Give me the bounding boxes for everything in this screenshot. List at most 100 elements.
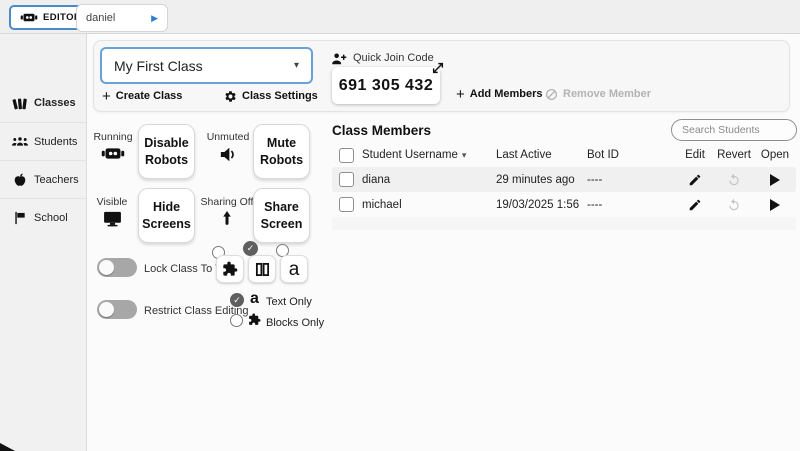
text-only-radio[interactable]: ✓ xyxy=(230,293,244,307)
quick-join-code-label: Quick Join Code xyxy=(353,52,434,64)
class-settings-label: Class Settings xyxy=(242,90,318,102)
block-icon xyxy=(545,88,558,101)
revert-button[interactable] xyxy=(727,198,741,212)
corner-cutoff-shape xyxy=(0,443,15,451)
run-icon[interactable]: ▶ xyxy=(151,13,158,24)
monitor-icon xyxy=(103,211,122,227)
remove-member-label: Remove Member xyxy=(563,88,651,100)
apple-icon xyxy=(11,172,29,187)
column-edit: Edit xyxy=(676,149,714,161)
revert-button[interactable] xyxy=(727,173,741,187)
chevron-down-icon: ▾ xyxy=(294,60,299,71)
column-revert: Revert xyxy=(714,149,754,161)
sidebar-label-school: School xyxy=(34,212,68,224)
audio-status-label: Unmuted xyxy=(207,131,250,143)
robots-status: Running xyxy=(90,131,136,161)
sidebar-item-classes[interactable]: Classes xyxy=(0,84,86,122)
sidebar-item-students[interactable]: Students xyxy=(0,122,86,160)
text-a-icon: a xyxy=(250,291,259,307)
sidebar-label-students: Students xyxy=(34,136,77,148)
edit-button[interactable] xyxy=(688,173,702,187)
column-label: Student Username xyxy=(362,149,458,161)
table-row: diana 29 minutes ago ---- xyxy=(332,167,796,192)
user-tab-label: daniel xyxy=(86,12,115,24)
play-icon xyxy=(770,174,780,186)
robots-status-label: Running xyxy=(93,131,132,143)
sidebar-item-school[interactable]: School xyxy=(0,198,86,236)
screens-status-label: Visible xyxy=(97,196,128,208)
sort-caret-icon: ▾ xyxy=(462,150,467,160)
person-add-icon xyxy=(330,51,347,65)
speaker-icon xyxy=(219,146,238,163)
sidebar-label-teachers: Teachers xyxy=(34,174,79,186)
audio-status: Unmuted xyxy=(204,131,252,163)
class-settings-button[interactable]: Class Settings xyxy=(224,84,318,108)
plus-icon: + xyxy=(456,87,465,102)
class-select-value: My First Class xyxy=(114,58,203,74)
edit-button[interactable] xyxy=(688,198,702,212)
play-icon xyxy=(770,199,780,211)
share-arrow-icon xyxy=(222,211,232,227)
blocks-only-label: Blocks Only xyxy=(266,317,324,329)
share-screen-button[interactable]: Share Screen xyxy=(253,188,310,243)
cell-last-active: 19/03/2025 1:56 PM xyxy=(492,199,583,211)
row-checkbox[interactable] xyxy=(339,172,354,187)
cell-bot-id: ---- xyxy=(583,174,676,186)
sidebar-label-classes: Classes xyxy=(34,97,76,109)
user-tab-daniel[interactable]: daniel ▶ xyxy=(76,4,168,32)
row-checkbox[interactable] xyxy=(339,197,354,212)
add-members-button[interactable]: + Add Members xyxy=(456,82,543,106)
quick-join-code-header: Quick Join Code xyxy=(330,51,434,65)
sharing-status: Sharing Off xyxy=(199,196,255,227)
plus-icon: + xyxy=(102,89,111,104)
books-icon xyxy=(11,96,29,111)
text-only-label: Text Only xyxy=(266,296,312,308)
toggle-knob xyxy=(99,260,114,275)
cell-bot-id: ---- xyxy=(583,199,676,211)
open-button[interactable] xyxy=(770,199,780,211)
disable-robots-button[interactable]: Disable Robots xyxy=(138,124,195,179)
sidebar-item-teachers[interactable]: Teachers xyxy=(0,160,86,198)
select-all-checkbox[interactable] xyxy=(339,148,354,163)
cell-username: diana xyxy=(358,174,492,186)
restrict-editing-toggle[interactable] xyxy=(97,300,137,319)
add-members-label: Add Members xyxy=(470,88,543,100)
students-icon xyxy=(11,136,29,147)
hide-screens-button[interactable]: Hide Screens xyxy=(138,188,195,243)
open-button[interactable] xyxy=(770,174,780,186)
text-view-button[interactable]: a xyxy=(280,255,308,283)
table-header-row: Student Username ▾ Last Active Bot ID Edi… xyxy=(332,143,796,167)
top-bar: EDITOR daniel ▶ xyxy=(0,0,800,34)
quick-join-code-value: 691 305 432 xyxy=(332,67,440,104)
class-select[interactable]: My First Class ▾ xyxy=(100,47,313,84)
class-members-table: Student Username ▾ Last Active Bot ID Edi… xyxy=(332,143,796,230)
toggle-knob xyxy=(99,302,114,317)
split-view-button[interactable] xyxy=(248,255,276,283)
flag-icon xyxy=(11,211,29,225)
expand-icon[interactable] xyxy=(432,62,444,74)
cell-last-active: 29 minutes ago xyxy=(492,174,583,186)
text-a-icon: a xyxy=(289,260,300,279)
lock-class-toggle[interactable] xyxy=(97,258,137,277)
search-students-input[interactable] xyxy=(671,119,797,141)
remove-member-button[interactable]: Remove Member xyxy=(545,82,651,106)
robot-icon xyxy=(20,11,38,24)
robot-icon xyxy=(100,146,126,161)
create-class-label: Create Class xyxy=(116,90,183,102)
column-student-username[interactable]: Student Username ▾ xyxy=(358,149,492,161)
mute-robots-button[interactable]: Mute Robots xyxy=(253,124,310,179)
puzzle-icon xyxy=(248,313,261,326)
class-members-title: Class Members xyxy=(332,123,431,138)
blocks-view-button[interactable] xyxy=(216,255,244,283)
blocks-only-radio[interactable] xyxy=(230,314,243,327)
view-mode-radio-split[interactable]: ✓ xyxy=(243,241,258,256)
column-bot-id: Bot ID xyxy=(583,149,676,161)
create-class-button[interactable]: + Create Class xyxy=(102,84,182,108)
empty-table-stripe xyxy=(332,217,796,230)
column-open: Open xyxy=(754,149,796,161)
screens-status: Visible xyxy=(89,196,135,227)
sharing-status-label: Sharing Off xyxy=(201,196,254,208)
sidebar: Classes Students Teachers xyxy=(0,34,87,451)
cell-username: michael xyxy=(358,199,492,211)
column-last-active: Last Active xyxy=(492,149,583,161)
